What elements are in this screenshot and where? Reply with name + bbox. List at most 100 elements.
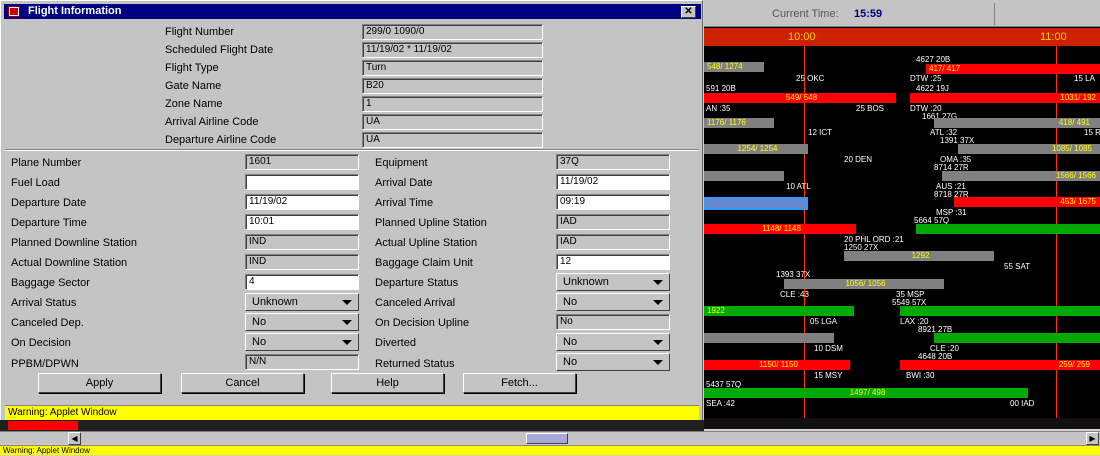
flight-bar[interactable] [916,224,1100,234]
scroll-left-icon[interactable]: ◀ [68,432,81,445]
help-button[interactable]: Help [331,373,444,393]
flight-bar[interactable]: 453/ 1675 [954,197,1100,207]
departure-date-input[interactable]: 11/19/02 [245,194,359,210]
flight-bar[interactable]: 1292 [844,251,994,261]
arrival-airline-code-label: Arrival Airline Code [165,116,259,128]
canceled-arrival-select[interactable]: No [556,293,670,311]
flight-bar[interactable]: 418/ 491 [934,118,1100,128]
flight-bar[interactable]: 1150/ 1150 [704,360,850,370]
flight-label: CLE :43 [780,290,809,299]
flight-label: 10 DSM [814,344,843,353]
flight-bar[interactable]: 1176/ 1176 [704,118,774,128]
selected-flight-bar[interactable] [704,197,808,210]
current-time-value: 15:59 [854,8,883,20]
flight-label: AN :35 [706,104,731,113]
scroll-right-icon[interactable]: ▶ [1086,432,1099,445]
actual-downline-station-label: Actual Downline Station [11,257,128,269]
horizontal-scrollbar[interactable]: ◀ ▶ [0,431,1100,445]
fuel-load-label: Fuel Load [11,177,60,189]
canceled-dep-select[interactable]: No [245,313,359,331]
flight-bar[interactable]: 549/ 548 [704,93,896,103]
zone-name-field: 1 [362,96,543,112]
returned-status-value: No [563,356,578,368]
flight-bar[interactable] [704,333,834,343]
gate-name-label: Gate Name [165,80,222,92]
planned-downline-station-label: Planned Downline Station [11,237,137,249]
flight-bar[interactable]: 417/ 417 [926,64,1100,74]
hour-label-1: 10:00 [788,31,816,43]
flight-label: 55 SAT [1004,262,1031,271]
planned-upline-station-field: IAD [556,214,670,230]
flight-bar[interactable] [704,171,784,181]
flight-label: 10 ATL [786,182,811,191]
flight-bar[interactable]: 1085/ 1085 [958,144,1100,154]
flight-bar[interactable] [900,306,1100,316]
cancel-button[interactable]: Cancel [181,373,304,393]
dialog-titlebar[interactable]: Flight Information ✕ [4,4,701,19]
flight-bar[interactable]: 548/ 1274 [704,62,764,72]
baggage-sector-input[interactable]: 4 [245,274,359,290]
flight-label: SEA :42 [706,399,735,408]
flight-label: 1393 37X [776,270,811,279]
flight-bar[interactable]: 1254/ 1254 [704,144,808,154]
app-icon [8,6,20,17]
fetch-button[interactable]: Fetch... [463,373,576,393]
diverted-select[interactable]: No [556,333,670,351]
plane-number-field: 1601 [245,154,359,170]
arrival-status-value: Unknown [252,296,298,308]
flight-label: BWI :30 [906,371,935,380]
departure-time-input[interactable]: 10:01 [245,214,359,230]
arrival-status-select[interactable]: Unknown [245,293,359,311]
arrival-time-input[interactable]: 09:19 [556,194,670,210]
current-time-label: Current Time: [772,8,839,20]
departure-status-select[interactable]: Unknown [556,273,670,291]
bottom-applet-warning: Warning: Applet Window [0,445,1100,455]
flight-bar[interactable]: 1566/ 1566 [942,171,1100,181]
flight-bar[interactable]: 1148/ 1148 [704,224,856,234]
flight-bar[interactable]: 1497/ 498 [704,388,1028,398]
diverted-value: No [563,336,578,348]
apply-button[interactable]: Apply [38,373,161,393]
arrival-time-label: Arrival Time [375,197,434,209]
departure-time-label: Departure Time [11,217,87,229]
canceled-arrival-label: Canceled Arrival [375,297,456,309]
on-decision-value: No [252,336,267,348]
flight-number-label: Flight Number [165,26,235,38]
canceled-arrival-value: No [563,296,578,308]
baggage-claim-unit-input[interactable]: 12 [556,254,670,270]
chevron-down-icon [653,300,663,305]
zone-name-label: Zone Name [165,98,223,110]
flight-bar[interactable]: 1922 [704,306,854,316]
flight-bar[interactable] [934,333,1100,343]
gantt-header: Current Time: 15:59 [704,0,1100,27]
flight-bar[interactable]: 259/ 259 [900,360,1100,370]
departure-status-label: Departure Status [375,277,459,289]
arrival-date-input[interactable]: 11/19/02 [556,174,670,190]
chevron-down-icon [653,340,663,345]
plane-number-label: Plane Number [11,157,82,169]
scroll-thumb[interactable] [526,433,568,444]
flight-type-label: Flight Type [165,62,219,74]
hour-label-2: 11:00 [1040,31,1067,43]
flight-bar[interactable]: 1056/ 1056 [784,279,944,289]
fuel-load-input[interactable] [245,174,359,190]
departure-airline-code-field: UA [362,132,543,148]
flight-label: DTW :25 [910,74,942,83]
flight-label: 12 ICT [808,128,833,137]
on-decision-select[interactable]: No [245,333,359,351]
arrival-airline-code-field: UA [362,114,543,130]
baggage-claim-unit-label: Baggage Claim Unit [375,257,473,269]
chevron-down-icon [653,360,663,365]
flight-number-field: 299/0 1090/0 [362,24,543,40]
flight-label: 15 LA [1074,74,1095,83]
gantt-timeline[interactable]: Current Time: 15:59 10:00 11:00 548/ 127… [704,0,1100,429]
flight-label: 20 DEN [844,155,873,164]
on-decision-label: On Decision [11,337,71,349]
equipment-field: 37Q [556,154,670,170]
close-icon[interactable]: ✕ [681,6,696,18]
divider [5,149,699,151]
returned-status-select[interactable]: No [556,353,670,371]
flight-label: 4622 19J [916,84,949,93]
canceled-dep-value: No [252,316,267,328]
flight-bar[interactable]: 1031/ 192 [910,93,1100,103]
